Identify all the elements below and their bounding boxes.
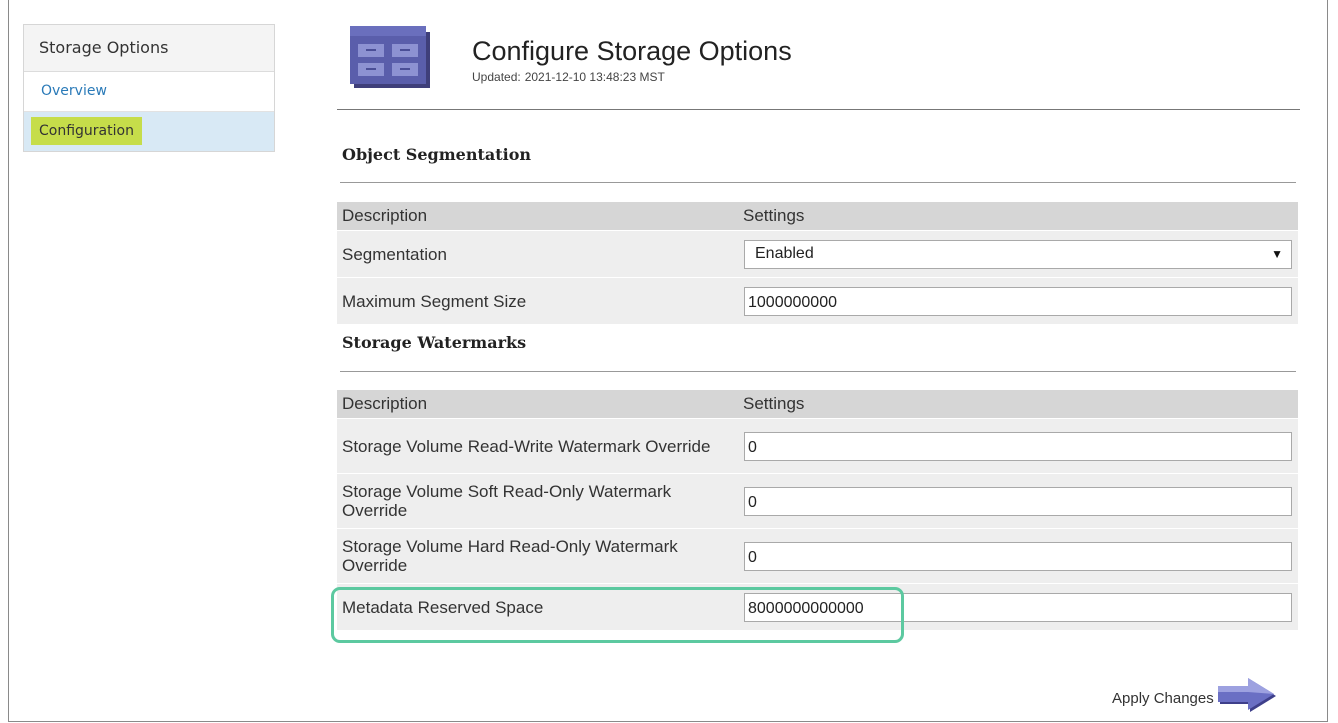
table-row: Segmentation Enabled ▼ — [337, 230, 1298, 277]
segmentation-select-value: Enabled — [755, 244, 814, 262]
metadata-reserved-space-input[interactable] — [744, 592, 1292, 622]
updated-label: Updated: — [472, 70, 521, 84]
row-label: Storage Volume Soft Read-Only Watermark … — [342, 482, 672, 520]
table-row: Metadata Reserved Space — [337, 583, 1298, 630]
hard-read-only-watermark-input[interactable] — [744, 541, 1292, 571]
column-header-settings: Settings — [743, 394, 805, 413]
table-row: Storage Volume Read-Write Watermark Over… — [337, 418, 1298, 473]
soft-read-only-watermark-input[interactable] — [744, 486, 1292, 516]
row-setting — [737, 474, 1298, 528]
header-divider — [337, 109, 1300, 110]
segmentation-select[interactable]: Enabled ▼ — [744, 239, 1292, 269]
row-label: Maximum Segment Size — [342, 291, 527, 311]
row-setting: Enabled ▼ — [737, 231, 1298, 277]
row-label: Metadata Reserved Space — [342, 597, 544, 617]
sidebar: Storage Options Overview Configuration — [23, 24, 275, 152]
sidebar-title: Storage Options — [24, 25, 274, 72]
table-row: Maximum Segment Size — [337, 277, 1298, 324]
updated-timestamp: Updated: 2021-12-10 13:48:23 MST — [472, 70, 665, 84]
row-label: Segmentation — [342, 244, 447, 264]
arrow-right-icon — [1217, 678, 1280, 719]
section-title-object-segmentation: Object Segmentation — [342, 145, 531, 164]
updated-value: 2021-12-10 13:48:23 MST — [524, 70, 665, 84]
table-header-row: Description Settings — [337, 390, 1298, 418]
sidebar-item-configuration[interactable]: Configuration — [24, 112, 274, 151]
storage-watermarks-table: Description Settings Storage Volume Read… — [337, 390, 1298, 630]
row-setting — [737, 529, 1298, 583]
apply-changes-button[interactable]: Apply Changes — [1112, 678, 1280, 719]
table-row: Storage Volume Hard Read-Only Watermark … — [337, 528, 1298, 583]
row-label: Storage Volume Read-Write Watermark Over… — [342, 436, 711, 456]
object-segmentation-table: Description Settings Segmentation Enable… — [337, 202, 1298, 324]
column-header-description: Description — [342, 206, 428, 225]
sidebar-item-label: Configuration — [31, 117, 142, 145]
apply-changes-label: Apply Changes — [1112, 690, 1214, 707]
row-label: Storage Volume Hard Read-Only Watermark … — [342, 537, 678, 575]
section-divider — [340, 182, 1296, 183]
column-header-description: Description — [342, 394, 428, 413]
dropdown-arrow-icon: ▼ — [1271, 246, 1283, 261]
table-row: Storage Volume Soft Read-Only Watermark … — [337, 473, 1298, 528]
read-write-watermark-input[interactable] — [744, 431, 1292, 461]
sidebar-item-overview[interactable]: Overview — [24, 72, 274, 112]
column-header-settings: Settings — [743, 206, 805, 225]
section-divider — [340, 371, 1296, 372]
storage-cabinet-icon — [350, 26, 434, 92]
row-setting — [737, 278, 1298, 324]
row-setting — [737, 584, 1298, 630]
page-title: Configure Storage Options — [472, 36, 792, 66]
maximum-segment-size-input[interactable] — [744, 286, 1292, 316]
section-title-storage-watermarks: Storage Watermarks — [342, 333, 527, 352]
table-header-row: Description Settings — [337, 202, 1298, 230]
row-setting — [737, 419, 1298, 473]
